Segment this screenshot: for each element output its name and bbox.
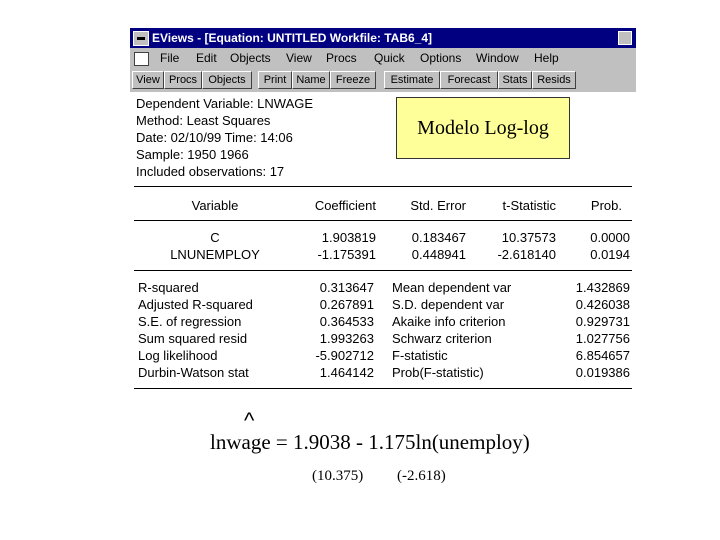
menu-options[interactable]: Options <box>420 51 461 65</box>
eviews-window: EViews - [Equation: UNTITLED Workfile: T… <box>130 28 636 398</box>
stat-label: Prob(F-statistic) <box>392 365 484 380</box>
stat-label: S.D. dependent var <box>392 297 505 312</box>
menu-view[interactable]: View <box>286 51 312 65</box>
freeze-button[interactable]: Freeze <box>330 71 376 89</box>
row-c-std-error: 0.183467 <box>411 230 466 245</box>
estimation-date: Date: 02/10/99 Time: 14:06 <box>136 130 293 145</box>
stat-value: 6.854657 <box>575 348 630 363</box>
stat-label: F-statistic <box>392 348 448 363</box>
row-c-variable: C <box>210 230 220 245</box>
forecast-button[interactable]: Forecast <box>440 71 498 89</box>
stat-value: 1.464142 <box>319 365 374 380</box>
row-c-t-statistic: 10.37573 <box>501 230 556 245</box>
row-lnunemploy-t-statistic: -2.618140 <box>497 247 556 262</box>
toolbar: View Procs Objects Print Name Freeze Est… <box>130 70 636 90</box>
document-icon[interactable] <box>134 52 149 66</box>
stat-label: Mean dependent var <box>392 280 512 295</box>
menu-procs[interactable]: Procs <box>326 51 357 65</box>
t-stat-constant: (10.375) <box>312 468 364 484</box>
stat-value: 0.929731 <box>575 314 630 329</box>
row-c-coefficient: 1.903819 <box>321 230 376 245</box>
dependent-variable: Dependent Variable: LNWAGE <box>136 96 314 111</box>
stat-value: 0.313647 <box>319 280 374 295</box>
minimize-icon[interactable] <box>618 31 632 45</box>
divider <box>134 270 632 271</box>
stat-label: R-squared <box>138 280 199 295</box>
estimate-button[interactable]: Estimate <box>384 71 440 89</box>
row-lnunemploy-coefficient: -1.175391 <box>317 247 376 262</box>
t-stat-slope: (-2.618) <box>397 468 446 484</box>
stat-label: Durbin-Watson stat <box>138 365 249 380</box>
menu-objects[interactable]: Objects <box>230 51 271 65</box>
resids-button[interactable]: Resids <box>532 71 576 89</box>
estimated-equation: lnwage = 1.9038 - 1.175ln(unemploy) <box>210 430 530 454</box>
row-lnunemploy-variable: LNUNEMPLOY <box>170 247 260 262</box>
window-title: EViews - [Equation: UNTITLED Workfile: T… <box>152 31 433 45</box>
row-c-prob: 0.0000 <box>590 230 630 245</box>
stat-value: 0.019386 <box>575 365 630 380</box>
stat-value: -5.902712 <box>315 348 374 363</box>
stat-value: 1.993263 <box>319 331 374 346</box>
stat-value: 0.267891 <box>319 297 374 312</box>
row-lnunemploy-std-error: 0.448941 <box>411 247 466 262</box>
divider <box>134 186 632 187</box>
menu-help[interactable]: Help <box>534 51 559 65</box>
objects-button[interactable]: Objects <box>202 71 252 89</box>
title-bar: EViews - [Equation: UNTITLED Workfile: T… <box>130 28 636 48</box>
divider <box>134 388 632 389</box>
stat-value: 0.364533 <box>319 314 374 329</box>
stat-label: Adjusted R-squared <box>138 297 253 312</box>
col-t-statistic: t-Statistic <box>502 198 556 213</box>
stat-label: Akaike info criterion <box>392 314 506 329</box>
col-coefficient: Coefficient <box>314 198 376 213</box>
stat-label: Log likelihood <box>138 348 218 363</box>
observations-count: Included observations: 17 <box>136 164 285 179</box>
stats-button[interactable]: Stats <box>498 71 532 89</box>
view-button[interactable]: View <box>132 71 164 89</box>
menu-edit[interactable]: Edit <box>196 51 217 65</box>
stat-value: 1.027756 <box>575 331 630 346</box>
stat-label: Sum squared resid <box>138 331 248 346</box>
name-button[interactable]: Name <box>292 71 330 89</box>
col-std-error: Std. Error <box>410 198 466 213</box>
print-button[interactable]: Print <box>258 71 292 89</box>
model-label-callout: Modelo Log-log <box>396 97 570 159</box>
col-variable: Variable <box>191 198 239 213</box>
stat-label: Schwarz criterion <box>392 331 492 346</box>
eviews-app-icon[interactable] <box>133 31 149 46</box>
menu-window[interactable]: Window <box>476 51 519 65</box>
procs-button[interactable]: Procs <box>164 71 202 89</box>
stat-value: 1.432869 <box>575 280 630 295</box>
sample-range: Sample: 1950 1966 <box>136 147 249 162</box>
col-prob: Prob. <box>590 198 622 213</box>
divider <box>134 220 632 221</box>
stat-label: S.E. of regression <box>138 314 242 329</box>
menu-file[interactable]: File <box>160 51 179 65</box>
menu-quick[interactable]: Quick <box>374 51 405 65</box>
stat-value: 0.426038 <box>575 297 630 312</box>
row-lnunemploy-prob: 0.0194 <box>590 247 630 262</box>
menu-bar: File Edit Objects View Procs Quick Optio… <box>130 48 636 68</box>
estimation-method: Method: Least Squares <box>136 113 271 128</box>
